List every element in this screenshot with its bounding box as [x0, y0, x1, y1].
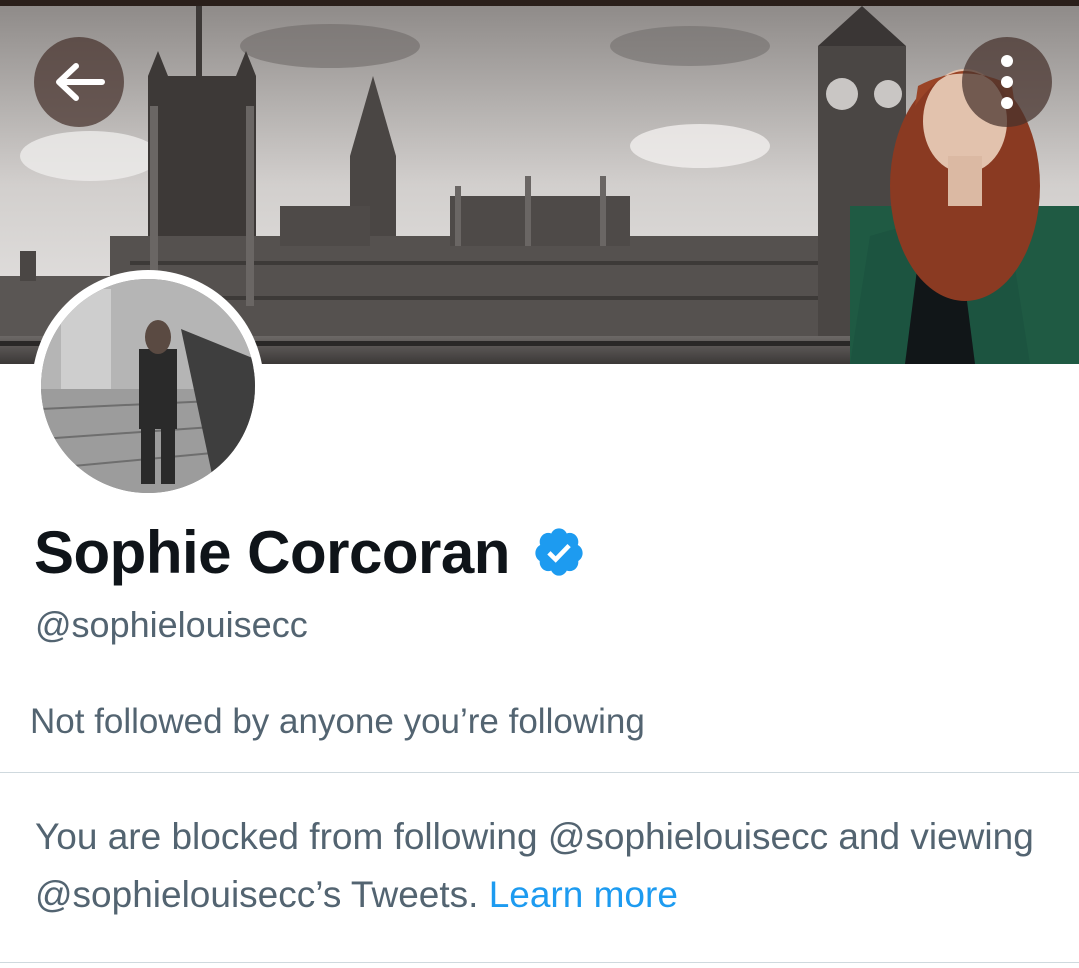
divider — [0, 772, 1079, 773]
arrow-left-icon — [56, 63, 105, 101]
verified-badge-icon — [535, 528, 583, 576]
blocked-notice: You are blocked from following @sophielo… — [35, 808, 1065, 924]
more-vertical-icon — [1001, 55, 1013, 109]
handle: @sophielouisecc — [35, 604, 308, 645]
more-options-button[interactable] — [962, 37, 1052, 127]
divider — [0, 962, 1079, 963]
followers-you-know: Not followed by anyone you’re following — [30, 702, 645, 741]
avatar[interactable] — [32, 270, 264, 502]
learn-more-link[interactable]: Learn more — [489, 874, 678, 915]
back-button[interactable] — [34, 37, 124, 127]
name-row: Sophie Corcoran — [34, 512, 586, 592]
avatar-image — [41, 279, 255, 493]
display-name: Sophie Corcoran — [34, 518, 510, 586]
